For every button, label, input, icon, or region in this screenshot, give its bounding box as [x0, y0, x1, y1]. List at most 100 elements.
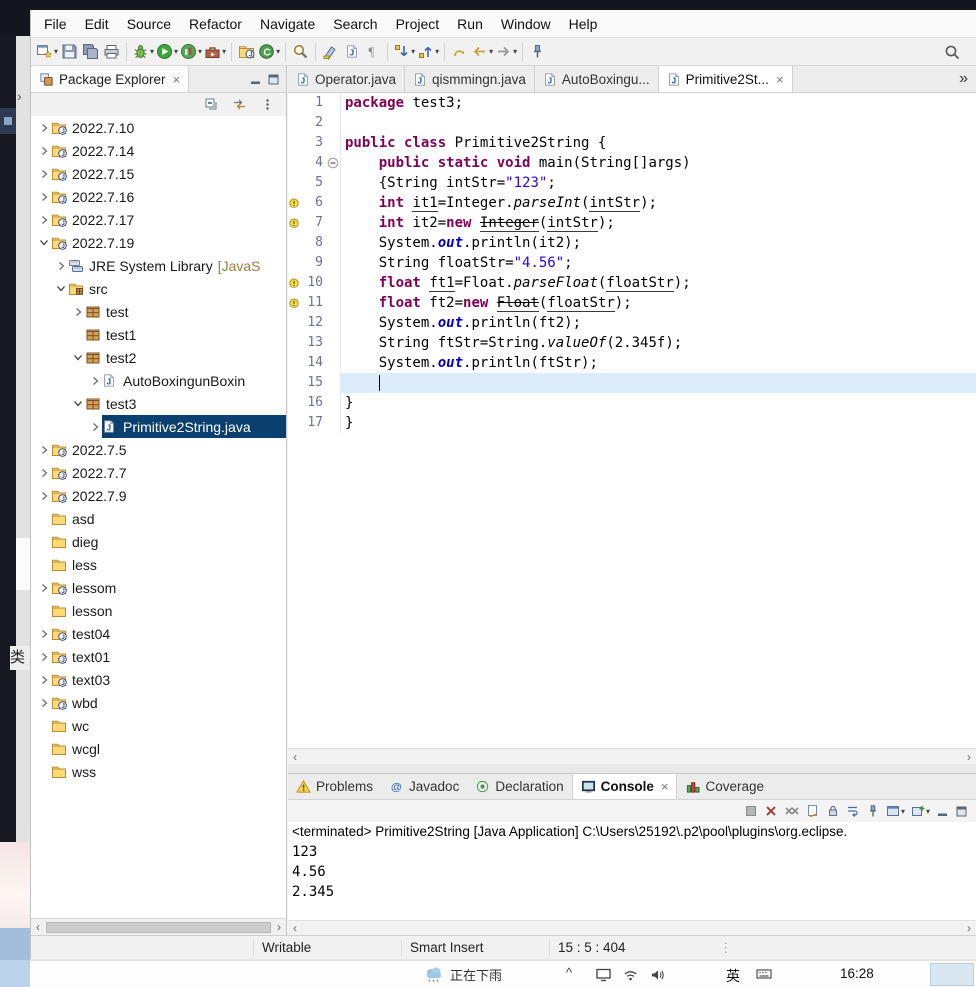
warning-marker-icon[interactable] — [288, 293, 301, 313]
chevron-right-icon[interactable] — [37, 123, 51, 133]
menu-search[interactable]: Search — [324, 10, 386, 37]
chevron-right-icon[interactable] — [37, 192, 51, 202]
tree-item-body[interactable]: J 2022.7.10 — [51, 116, 286, 139]
display-selected-console-button[interactable]: ▾ — [886, 804, 905, 818]
menu-edit[interactable]: Edit — [76, 10, 118, 37]
tree-item-text03[interactable]: Jtext03 — [31, 668, 286, 691]
dropdown-caret-icon[interactable]: ▾ — [222, 47, 226, 56]
tree-item-text01[interactable]: Jtext01 — [31, 645, 286, 668]
tree-item-body[interactable]: test3 — [85, 392, 286, 415]
tree-item-body[interactable]: JRE System Library [JavaS — [68, 254, 286, 277]
search-button[interactable] — [290, 40, 311, 64]
collapse-all-button[interactable] — [201, 93, 222, 117]
warning-marker-icon[interactable] — [288, 273, 301, 293]
tree-item-2022-7-16[interactable]: J 2022.7.16 — [31, 185, 286, 208]
tree-item-test[interactable]: test — [31, 300, 286, 323]
chevron-down-icon[interactable] — [71, 399, 85, 408]
link-with-editor-button[interactable] — [229, 93, 250, 117]
close-view-icon[interactable]: × — [661, 779, 669, 794]
editor-console-splitter[interactable] — [288, 764, 976, 773]
package-explorer-tree[interactable]: J 2022.7.10 J 2022.7.14 J 2022.7.15 J 2022.7.16… — [31, 116, 286, 918]
menu-refactor[interactable]: Refactor — [180, 10, 251, 37]
dropdown-caret-icon[interactable]: ▾ — [901, 807, 905, 816]
coverage-button[interactable]: ▾ — [179, 40, 203, 64]
tree-item-2022-7-15[interactable]: J 2022.7.15 — [31, 162, 286, 185]
tree-item-lesson[interactable]: lesson — [31, 599, 286, 622]
tree-item-body[interactable]: J 2022.7.16 — [51, 185, 286, 208]
scroll-left-icon[interactable]: ‹ — [31, 920, 45, 934]
tree-item-primitive2string-java[interactable]: J Primitive2String.java — [31, 415, 286, 438]
tree-item-dieg[interactable]: dieg — [31, 530, 286, 553]
chevron-right-icon[interactable] — [71, 307, 85, 317]
dropdown-caret-icon[interactable]: ▾ — [411, 47, 415, 56]
java-file-button[interactable]: J — [341, 40, 362, 64]
new-wizard-button[interactable]: ▾ — [35, 40, 59, 64]
tree-item-body[interactable]: test — [85, 300, 286, 323]
tree-item-body[interactable]: J AutoBoxingunBoxin — [102, 369, 286, 392]
menu-help[interactable]: Help — [560, 10, 607, 37]
view-tab-problems[interactable]: Problems — [288, 774, 381, 799]
tree-item-lessom[interactable]: Jlessom — [31, 576, 286, 599]
editor-tab-operator-java[interactable]: J Operator.java — [288, 66, 406, 92]
editor-tab-primitive2st-[interactable]: J Primitive2St... × — [658, 66, 793, 92]
weather-widget[interactable]: 正在下雨 — [424, 961, 502, 987]
chevron-down-icon[interactable] — [37, 238, 51, 247]
dropdown-caret-icon[interactable]: ▾ — [513, 47, 517, 56]
tree-item-less[interactable]: less — [31, 553, 286, 576]
warning-marker-icon[interactable] — [288, 213, 301, 233]
network-icon[interactable] — [623, 968, 638, 982]
tree-item-body[interactable]: J 2022.7.19 — [51, 231, 286, 254]
chevron-right-icon[interactable] — [37, 468, 51, 478]
chevron-right-icon[interactable] — [88, 376, 102, 386]
tree-item-body[interactable]: Jlessom — [51, 576, 286, 599]
tree-item-2022-7-9[interactable]: J 2022.7.9 — [31, 484, 286, 507]
editor-tab-qismmingn-java[interactable]: Jqismmingn.java — [405, 66, 535, 92]
tree-item-body[interactable]: Jtest04 — [51, 622, 286, 645]
tree-item-body[interactable]: test1 — [85, 323, 286, 346]
tree-item-wbd[interactable]: Jwbd — [31, 691, 286, 714]
monitor-icon[interactable] — [596, 967, 611, 982]
tree-item-2022-7-10[interactable]: J 2022.7.10 — [31, 116, 286, 139]
next-annotation-button[interactable]: ▾ — [392, 40, 416, 64]
dropdown-caret-icon[interactable]: ▾ — [276, 47, 280, 56]
chevron-right-icon[interactable] — [37, 491, 51, 501]
dropdown-caret-icon[interactable]: ▾ — [174, 47, 178, 56]
chevron-right-icon[interactable] — [37, 445, 51, 455]
tree-item-body[interactable]: less — [51, 553, 286, 576]
chevron-right-icon[interactable] — [37, 215, 51, 225]
tree-item-body[interactable]: src — [68, 277, 286, 300]
tree-item-test04[interactable]: Jtest04 — [31, 622, 286, 645]
quick-search-button[interactable] — [941, 40, 962, 64]
chevron-right-icon[interactable] — [37, 652, 51, 662]
tab-overflow-indicator[interactable]: » — [959, 66, 976, 92]
menu-project[interactable]: Project — [387, 10, 449, 37]
chevron-right-icon[interactable] — [37, 675, 51, 685]
debug-button[interactable]: ▾ — [131, 40, 155, 64]
open-console-button[interactable]: ▾ — [911, 804, 930, 818]
new-java-project-button[interactable]: J — [236, 40, 257, 64]
fold-marker-icon[interactable] — [326, 153, 340, 173]
terminate-button[interactable] — [744, 804, 758, 818]
tree-item-body[interactable]: asd — [51, 507, 286, 530]
word-wrap-button[interactable] — [846, 804, 860, 818]
chevron-right-icon[interactable] — [37, 629, 51, 639]
clear-console-button[interactable] — [806, 804, 820, 818]
new-class-button[interactable]: C ▾ — [257, 40, 281, 64]
view-tab-declaration[interactable]: Declaration — [467, 774, 571, 799]
scrollbar-thumb[interactable] — [46, 921, 271, 933]
tree-item-body[interactable]: dieg — [51, 530, 286, 553]
scroll-right-icon[interactable]: › — [962, 921, 976, 935]
tree-item-body[interactable]: test2 — [85, 346, 286, 369]
maximize-view-button[interactable] — [955, 805, 968, 818]
editor-tab-autoboxingu-[interactable]: J AutoBoxingu... — [535, 66, 659, 92]
tree-item-autoboxingunboxin[interactable]: J AutoBoxingunBoxin — [31, 369, 286, 392]
tree-item-body[interactable]: J 2022.7.7 — [51, 461, 286, 484]
tree-item-body[interactable]: Jtext01 — [51, 645, 286, 668]
close-view-icon[interactable]: × — [173, 72, 181, 87]
tree-item-wcgl[interactable]: wcgl — [31, 737, 286, 760]
show-whitespace-button[interactable]: ¶ — [362, 40, 383, 64]
close-tab-icon[interactable]: × — [776, 72, 784, 87]
tree-item-body[interactable]: Jtext03 — [51, 668, 286, 691]
tree-item-2022-7-19[interactable]: J 2022.7.19 — [31, 231, 286, 254]
tree-item-body[interactable]: J 2022.7.9 — [51, 484, 286, 507]
